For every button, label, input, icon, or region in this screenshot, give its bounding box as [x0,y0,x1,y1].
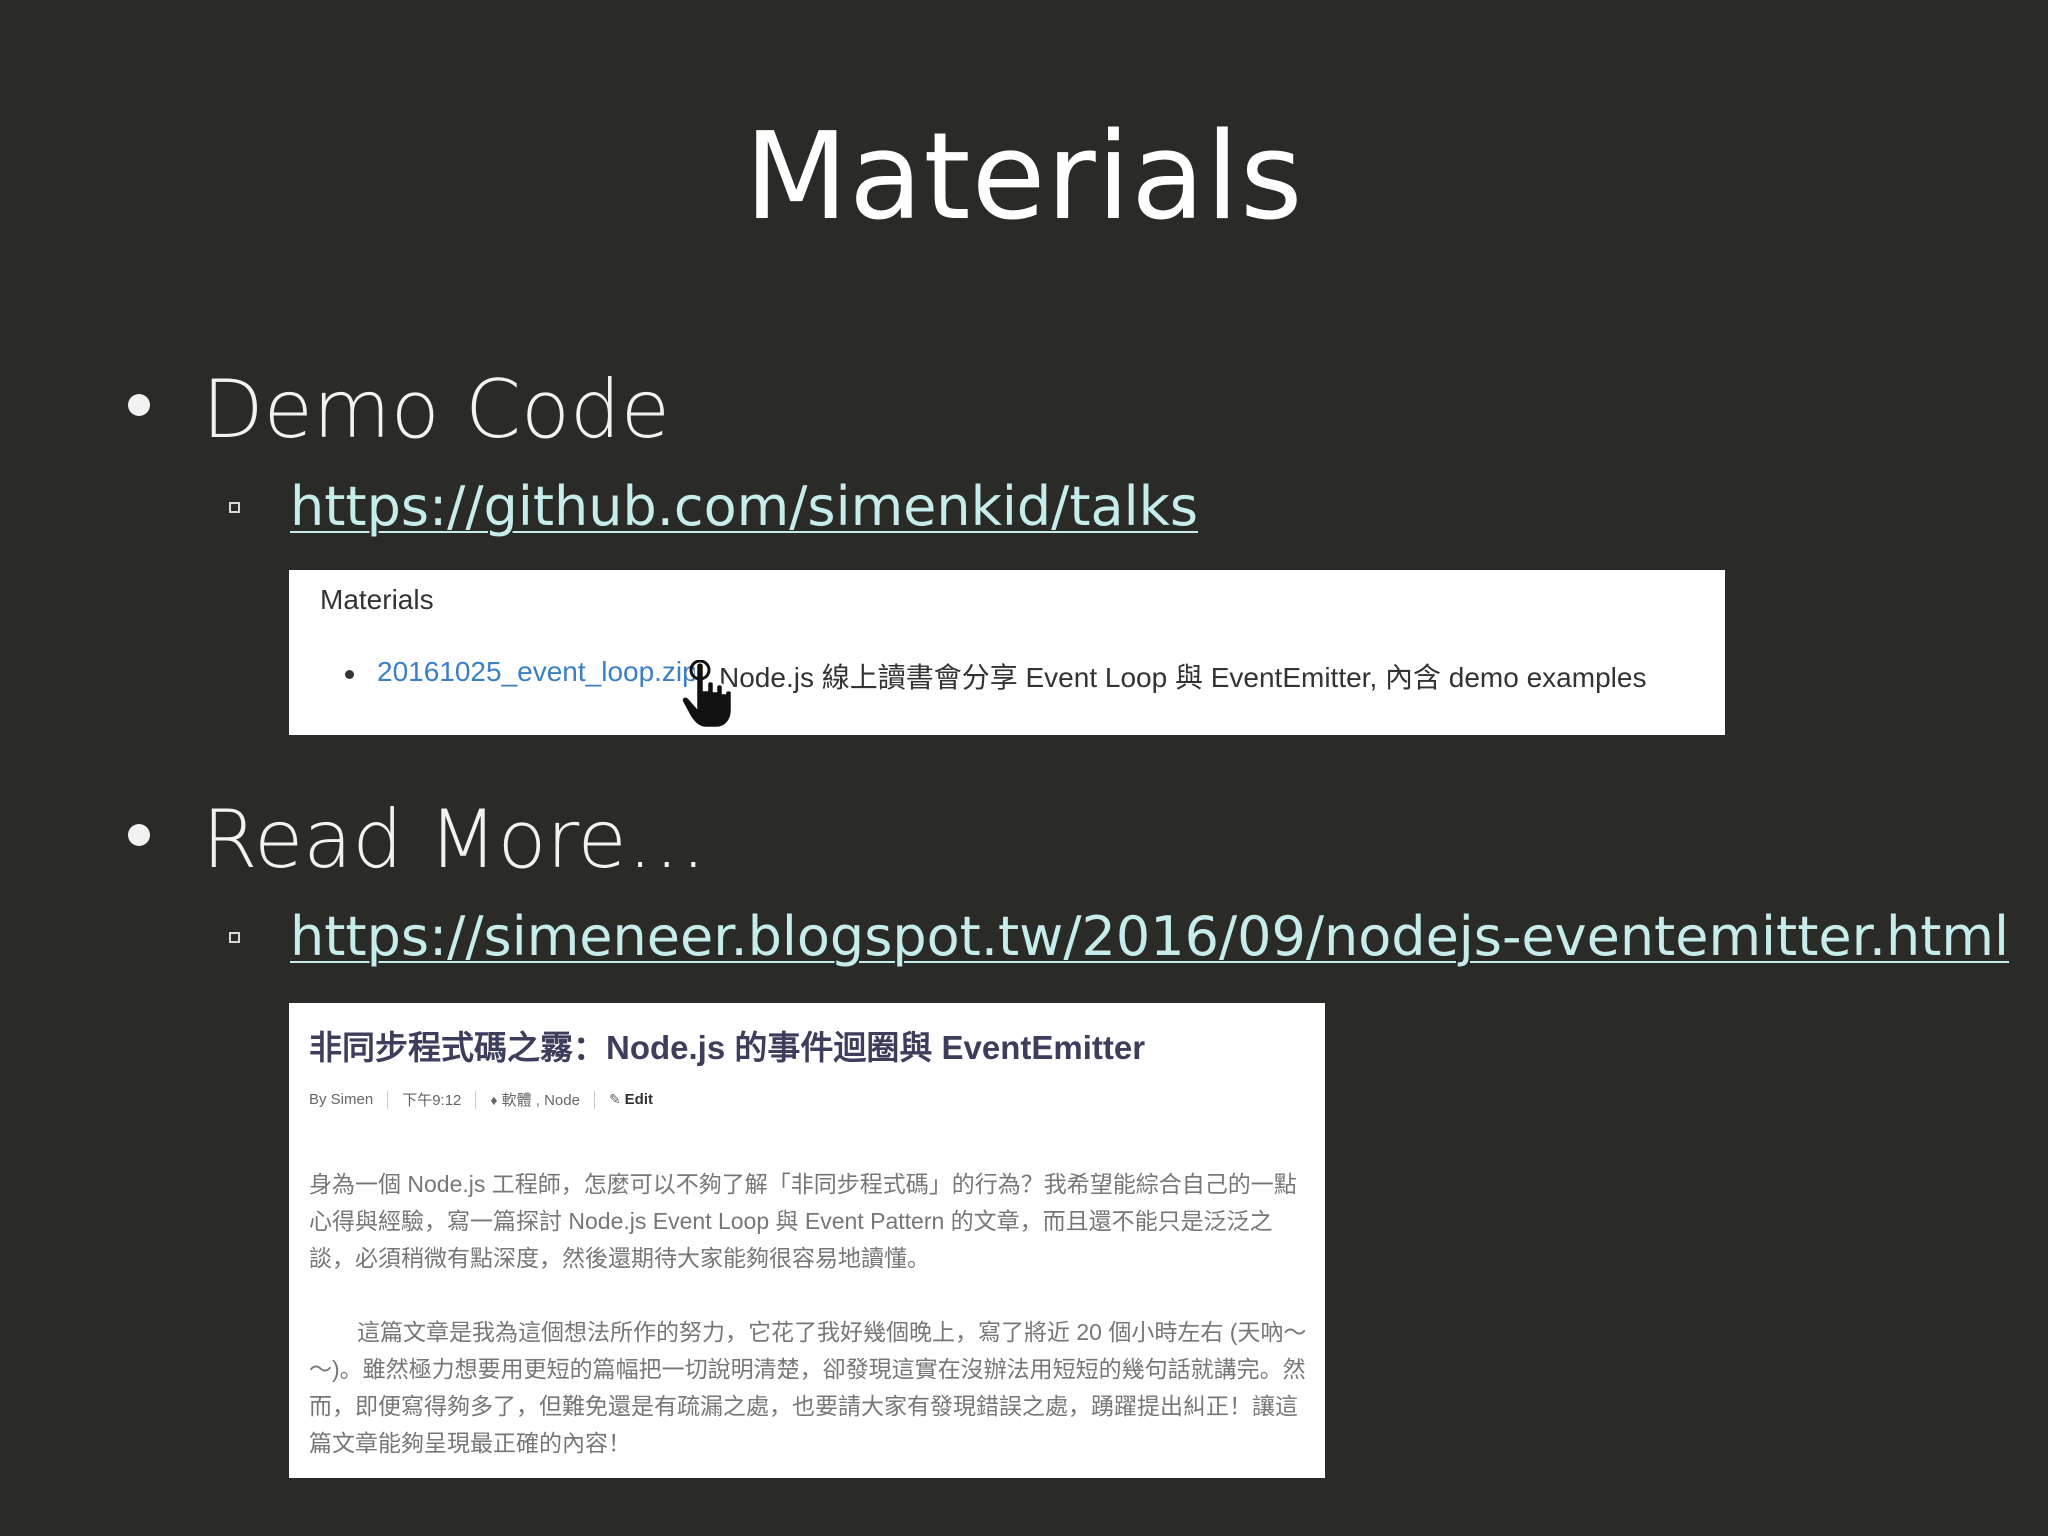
pencil-icon: ✎ [608,1091,621,1107]
blog-post-meta: By Simen 下午9:12 ♦ 軟體 , Node ✎ Edit [309,1089,653,1110]
list-bullet-icon [345,670,354,679]
bullet-dot-icon [128,824,150,846]
zip-description: Node.js 線上讀書會分享 Event Loop 與 EventEmitte… [719,662,1647,693]
blog-paragraph-2: 這篇文章是我為這個想法所作的努力，它花了我好幾個晚上，寫了將近 20 個小時左右… [309,1319,1307,1456]
blog-post-title: 非同步程式碼之霧：Node.js 的事件迴圈與 EventEmitter [309,1029,1146,1066]
slide-title: Materials [744,108,1304,247]
github-link[interactable]: https://github.com/simenkid/talks [290,472,1198,542]
sub-bullet-github: https://github.com/simenkid/talks [226,472,2026,544]
meta-divider [475,1090,477,1109]
bullet-heading: Demo Code [202,363,670,456]
sub-bullet-blog: https://simeneer.blogspot.tw/2016/09/nod… [226,902,2026,974]
post-time: 下午9:12 [402,1092,462,1109]
bullet-read-more: Read More… [120,790,1920,890]
hand-pointer-icon [680,660,734,730]
post-edit-link[interactable]: Edit [625,1091,653,1108]
post-author: By Simen [309,1091,374,1108]
meta-divider [593,1090,595,1109]
materials-screenshot: Materials 20161025_event_loop.zip Node.j… [289,570,1725,735]
blog-paragraph-1: 身為一個 Node.js 工程師，怎麼可以不夠了解「非同步程式碼」的行為？我希望… [309,1171,1297,1271]
tag-icon: ♦ [490,1091,498,1108]
post-labels[interactable]: 軟體 , Node [502,1089,580,1110]
blog-link[interactable]: https://simeneer.blogspot.tw/2016/09/nod… [290,902,2009,972]
bullet-heading: Read More… [202,793,707,886]
blog-screenshot: 非同步程式碼之霧：Node.js 的事件迴圈與 EventEmitter By … [289,1003,1325,1478]
square-bullet-icon [229,932,240,943]
materials-heading: Materials [320,584,434,615]
bullet-dot-icon [128,394,150,416]
bullet-demo-code: Demo Code [120,360,1920,460]
square-bullet-icon [229,502,240,513]
zip-download-link[interactable]: 20161025_event_loop.zip [377,656,698,688]
meta-divider [387,1090,389,1109]
